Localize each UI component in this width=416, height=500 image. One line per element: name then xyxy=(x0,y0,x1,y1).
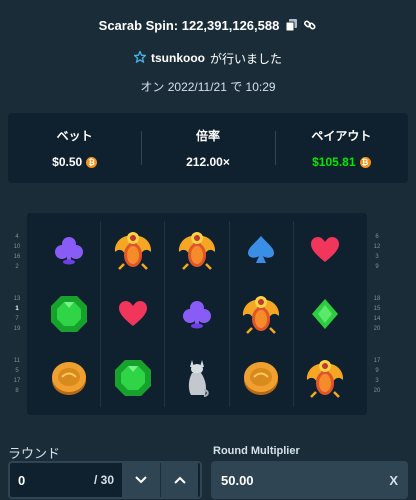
reel xyxy=(292,221,357,407)
bet-value: $0.50 xyxy=(52,155,83,169)
diamond-icon xyxy=(294,285,357,343)
bitcoin-icon: ₿ xyxy=(86,156,98,168)
payline-number-group: 18 15 14 20 xyxy=(368,283,386,345)
payline-number: 13 xyxy=(13,296,21,302)
coin-icon xyxy=(230,349,293,407)
payline-number-group: 13 1 7 19 xyxy=(8,283,26,345)
payline-number-group: 17 9 3 20 xyxy=(368,345,386,407)
club-icon xyxy=(37,221,100,279)
payline-number-group: 4 10 16 2 xyxy=(8,221,26,283)
payline-numbers-right: 6 12 3 9 18 15 14 20 17 9 3 20 xyxy=(368,221,386,407)
reel xyxy=(37,221,100,407)
chevron-up-icon xyxy=(173,476,186,484)
scarab-icon xyxy=(101,221,164,279)
round-value: 0 xyxy=(18,472,26,488)
payline-number: 2 xyxy=(15,264,19,270)
payline-number: 4 xyxy=(15,234,19,240)
payline-number: 19 xyxy=(13,326,21,332)
round-input[interactable]: 0 / 30 xyxy=(10,463,122,497)
payline-numbers-left: 4 10 16 2 13 1 7 19 11 5 17 8 xyxy=(8,221,26,407)
cat-statue-icon xyxy=(165,349,228,407)
payline-number: 11 xyxy=(13,358,21,364)
scarab-icon xyxy=(165,221,228,279)
payline-number: 1 xyxy=(15,306,19,312)
payline-number: 5 xyxy=(15,368,19,374)
round-multiplier-label: Round Multiplier xyxy=(213,445,300,457)
payline-number-group: 6 12 3 9 xyxy=(368,221,386,283)
link-icon[interactable] xyxy=(303,18,317,32)
payline-number: 16 xyxy=(13,254,21,260)
heart-icon xyxy=(101,285,164,343)
payout-value: $105.81 xyxy=(312,155,356,169)
payout-amount: $105.81 ₿ xyxy=(275,155,408,169)
title-row: Scarab Spin: 122,391,126,588 xyxy=(0,17,416,33)
slot-machine: 4 10 16 2 13 1 7 19 11 5 17 8 6 12 3 9 18 15 14 20 17 9 3 20 xyxy=(8,213,386,415)
reel xyxy=(164,221,228,407)
multiplier-label: 倍率 xyxy=(195,129,220,143)
bet-title: Scarab Spin: 122,391,126,588 xyxy=(98,17,280,33)
payline-number: 20 xyxy=(373,388,381,394)
clear-button[interactable]: X xyxy=(389,473,398,488)
scarab-icon xyxy=(230,285,293,343)
round-multiplier-field[interactable]: 50.00 X xyxy=(211,461,408,499)
payline-number: 12 xyxy=(373,244,381,250)
club-icon xyxy=(165,285,228,343)
bitcoin-icon: ₿ xyxy=(359,156,371,168)
played-suffix: が行いました xyxy=(209,51,282,66)
bet-stat: ベット $0.50 ₿ xyxy=(8,113,141,183)
bet-header: Scarab Spin: 122,391,126,588 tsunkooo が行… xyxy=(0,0,416,94)
payline-number: 3 xyxy=(375,378,379,384)
payline-number: 17 xyxy=(13,378,21,384)
payline-number: 18 xyxy=(373,296,381,302)
payline-number: 15 xyxy=(373,306,381,312)
payline-number-group: 11 5 17 8 xyxy=(8,345,26,407)
reel xyxy=(228,221,293,407)
payout-label: ペイアウト xyxy=(311,129,372,143)
multiplier-stat: 倍率 212.00× xyxy=(141,113,274,183)
reels-board xyxy=(27,213,367,415)
payline-number: 9 xyxy=(375,368,379,374)
gem-icon xyxy=(101,349,164,407)
payout-stat: ペイアウト $105.81 ₿ xyxy=(274,113,408,183)
username[interactable]: tsunkooo xyxy=(151,51,205,65)
bet-amount: $0.50 ₿ xyxy=(8,155,141,169)
player-row: tsunkooo が行いました xyxy=(0,49,416,66)
star-icon xyxy=(132,49,148,66)
multiplier-value: 212.00× xyxy=(186,155,230,169)
round-multiplier-value: 50.00 xyxy=(221,472,254,488)
payline-number: 9 xyxy=(375,264,379,270)
reel xyxy=(100,221,164,407)
payline-number: 17 xyxy=(373,358,381,364)
heart-icon xyxy=(294,221,357,279)
payline-number: 3 xyxy=(375,254,379,260)
payline-number: 20 xyxy=(373,326,381,332)
round-up-button[interactable] xyxy=(160,463,198,497)
copy-icon[interactable] xyxy=(284,18,298,32)
gem-icon xyxy=(37,285,100,343)
payline-number: 8 xyxy=(15,388,19,394)
round-total: / 30 xyxy=(93,473,114,487)
payline-number: 7 xyxy=(15,316,19,322)
bet-stats-panel: ベット $0.50 ₿ 倍率 212.00× ペイアウト $105.81 ₿ xyxy=(8,113,408,183)
coin-icon xyxy=(37,349,100,407)
payline-number: 14 xyxy=(373,316,381,322)
round-down-button[interactable] xyxy=(122,463,160,497)
round-label: ラウンド xyxy=(8,446,61,461)
bet-label: ベット xyxy=(56,129,93,143)
bet-date: オン 2022/11/21 で 10:29 xyxy=(140,80,276,94)
payline-number: 10 xyxy=(13,244,21,250)
round-selector: 0 / 30 xyxy=(8,461,202,499)
spade-icon xyxy=(230,221,293,279)
scarab-icon xyxy=(294,349,357,407)
chevron-down-icon xyxy=(135,476,147,484)
payline-number: 6 xyxy=(375,234,379,240)
